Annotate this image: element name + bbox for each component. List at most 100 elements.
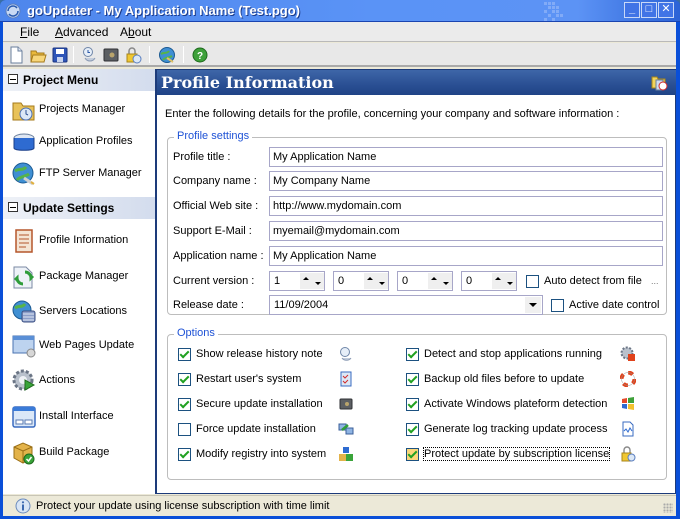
spin-up-icon[interactable]	[492, 273, 504, 289]
profile-title-label: Profile title :	[173, 151, 231, 163]
option-label[interactable]: Force update installation	[196, 423, 316, 435]
spin-down-icon[interactable]	[440, 273, 452, 289]
option-label[interactable]: Detect and stop applications running	[424, 348, 602, 360]
sidebar-item-install-interface[interactable]: Install Interface	[3, 400, 155, 434]
menu-advanced[interactable]: Advanced	[55, 25, 108, 39]
sidebar-item-label: Actions	[39, 374, 76, 386]
page-title: Profile Information	[161, 73, 334, 92]
website-input[interactable]	[269, 196, 663, 216]
menu-about[interactable]: About	[120, 25, 151, 39]
option-checkbox[interactable]	[178, 398, 191, 411]
option-label[interactable]: Backup old files before to update	[424, 373, 584, 385]
option-label[interactable]: Secure update installation	[196, 398, 323, 410]
sidebar-item-ftp-server-manager[interactable]: FTP Server Manager	[3, 157, 155, 191]
intro-text: Enter the following details for the prof…	[165, 108, 620, 120]
company-name-input[interactable]	[269, 171, 663, 191]
options-legend: Options	[174, 327, 218, 339]
spin-up-icon[interactable]	[364, 273, 376, 289]
active-date-checkbox[interactable]	[551, 299, 564, 312]
checklist-icon	[340, 371, 352, 387]
option-label[interactable]: Protect update by subscription license	[422, 447, 611, 461]
open-folder-icon[interactable]	[29, 46, 47, 64]
sidebar-item-build-package[interactable]: Build Package	[3, 436, 155, 470]
spin-down-icon[interactable]	[376, 273, 388, 289]
option-checkbox[interactable]	[406, 398, 419, 411]
auto-detect-checkbox[interactable]	[526, 275, 539, 288]
save-icon[interactable]	[51, 46, 69, 64]
release-date-picker[interactable]: 11/09/2004	[269, 295, 543, 315]
menu-advanced-accel: A	[55, 25, 64, 39]
profile-title-input[interactable]	[269, 147, 663, 167]
title-decoration	[540, 1, 565, 21]
option-label[interactable]: Modify registry into system	[196, 448, 326, 460]
active-date-label[interactable]: Active date control	[569, 299, 660, 311]
option-label[interactable]: Show release history note	[196, 348, 323, 360]
option-label[interactable]: Generate log tracking update process	[424, 423, 607, 435]
sidebar-section-project-menu[interactable]: Project Menu	[3, 69, 155, 91]
website-label: Official Web site :	[173, 200, 259, 212]
sidebar-item-label: Web Pages Update	[39, 339, 135, 351]
version-build-value: 0	[466, 275, 473, 287]
spin-down-icon[interactable]	[312, 273, 324, 289]
sidebar-item-label: Profile Information	[39, 234, 129, 246]
sidebar-item-web-pages-update[interactable]: Web Pages Update	[3, 329, 155, 363]
auto-detect-label[interactable]: Auto detect from file	[544, 275, 642, 287]
status-bar: Protect your update using license subscr…	[3, 495, 676, 516]
version-revision-value: 0	[402, 275, 409, 287]
new-file-icon[interactable]	[7, 46, 25, 64]
globe-server-icon	[12, 300, 36, 323]
computers-arrow-icon	[338, 423, 354, 435]
option-checkbox[interactable]	[178, 448, 191, 461]
sidebar-item-servers-locations[interactable]: Servers Locations	[3, 295, 155, 329]
sidebar-item-projects-manager[interactable]: Projects Manager	[3, 93, 155, 127]
option-checkbox[interactable]	[406, 448, 419, 461]
version-minor-spinner[interactable]: 0	[333, 271, 389, 291]
spin-up-icon[interactable]	[300, 273, 312, 289]
sidebar-item-application-profiles[interactable]: Application Profiles	[3, 125, 155, 159]
maximize-button[interactable]: □	[641, 2, 657, 18]
sidebar-section-update-settings[interactable]: Update Settings	[3, 197, 155, 219]
browse-file-button[interactable]: ...	[651, 276, 659, 286]
version-major-spinner[interactable]: 1	[269, 271, 325, 291]
option-checkbox[interactable]	[406, 423, 419, 436]
sidebar-item-package-manager[interactable]: Package Manager	[3, 260, 155, 294]
lock-clock-icon[interactable]	[124, 46, 142, 64]
option-checkbox[interactable]	[178, 423, 191, 436]
option-checkbox[interactable]	[178, 348, 191, 361]
minimize-button[interactable]: _	[624, 2, 640, 18]
version-build-spinner[interactable]: 0	[461, 271, 517, 291]
collapse-icon[interactable]	[8, 202, 18, 212]
version-revision-spinner[interactable]: 0	[397, 271, 453, 291]
menu-bar: File Advanced About	[3, 22, 676, 42]
ftp-globe-icon[interactable]	[158, 46, 176, 64]
menu-file[interactable]: File	[20, 25, 39, 39]
sidebar-item-profile-information[interactable]: Profile Information	[3, 224, 155, 258]
panel-header: Profile Information	[157, 70, 676, 95]
application-name-input[interactable]	[269, 246, 663, 266]
toolbar: ?	[3, 43, 676, 67]
option-label[interactable]: Activate Windows plateform detection	[424, 398, 607, 410]
option-checkbox[interactable]	[406, 373, 419, 386]
option-label[interactable]: Restart user's system	[196, 373, 301, 385]
title-bar[interactable]: goUpdater - My Application Name (Test.pg…	[0, 0, 680, 22]
close-button[interactable]: ✕	[658, 2, 674, 18]
help-icon[interactable]: ?	[191, 46, 209, 64]
web-page-icon	[12, 335, 36, 358]
status-text: Protect your update using license subscr…	[36, 500, 330, 512]
collapse-icon[interactable]	[8, 74, 18, 84]
release-history-icon[interactable]	[80, 46, 98, 64]
resize-grip[interactable]	[663, 503, 673, 513]
spin-down-icon[interactable]	[504, 273, 516, 289]
option-checkbox[interactable]	[406, 348, 419, 361]
lifebuoy-icon	[620, 371, 636, 387]
safe-icon[interactable]	[102, 46, 120, 64]
support-email-input[interactable]	[269, 221, 663, 241]
spin-up-icon[interactable]	[428, 273, 440, 289]
company-name-label: Company name :	[173, 175, 257, 187]
sidebar-item-actions[interactable]: Actions	[3, 364, 155, 398]
folder-clock-icon	[651, 76, 668, 91]
app-window: goUpdater - My Application Name (Test.pg…	[0, 0, 680, 519]
profile-settings-legend: Profile settings	[174, 130, 253, 142]
option-checkbox[interactable]	[178, 373, 191, 386]
dropdown-arrow-icon[interactable]	[525, 297, 541, 313]
